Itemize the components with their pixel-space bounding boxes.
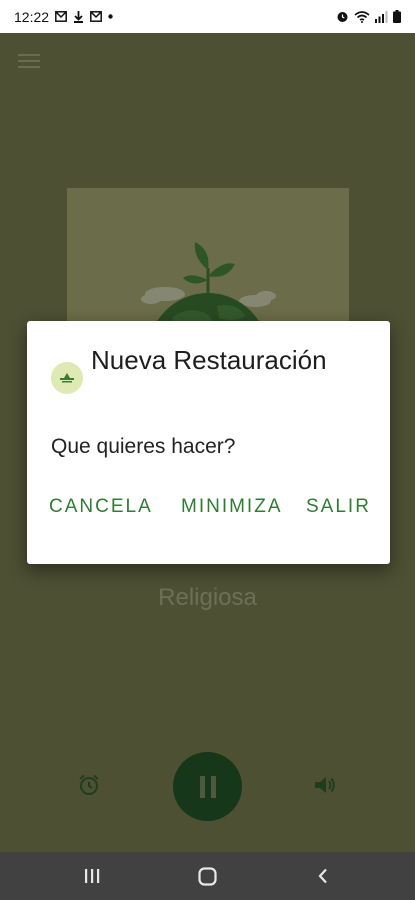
signal-icon [375, 10, 388, 23]
download-icon [74, 10, 84, 23]
exit-dialog: Nueva Restauración Que quieres hacer? CA… [27, 321, 390, 564]
home-icon[interactable] [198, 867, 217, 886]
dialog-title: Nueva Restauración [91, 345, 327, 375]
minimize-button[interactable]: MINIMIZA [181, 496, 283, 518]
system-nav-bar [0, 852, 415, 900]
track-title: Religiosa [158, 584, 257, 611]
battery-icon [393, 10, 401, 23]
mail-icon [90, 11, 102, 22]
status-time: 12:22 [14, 8, 50, 25]
volume-icon[interactable] [314, 775, 336, 795]
pause-button[interactable] [173, 752, 242, 821]
notification-dot-icon [108, 14, 113, 19]
status-bar: 12:22 [0, 0, 415, 33]
recent-apps-icon[interactable] [84, 868, 100, 884]
pause-icon [199, 775, 216, 798]
dialog-message: Que quieres hacer? [51, 435, 236, 458]
mail-icon [55, 11, 67, 22]
alarm-icon[interactable] [78, 774, 100, 796]
wifi-icon [354, 10, 370, 23]
exit-button[interactable]: SALIR [306, 496, 371, 518]
player-controls [0, 750, 415, 822]
cancel-button[interactable]: CANCELA [49, 496, 153, 518]
app-logo-icon [51, 362, 83, 394]
alarm-status-icon [337, 12, 348, 22]
menu-icon[interactable] [18, 53, 40, 69]
back-icon[interactable] [317, 868, 329, 884]
